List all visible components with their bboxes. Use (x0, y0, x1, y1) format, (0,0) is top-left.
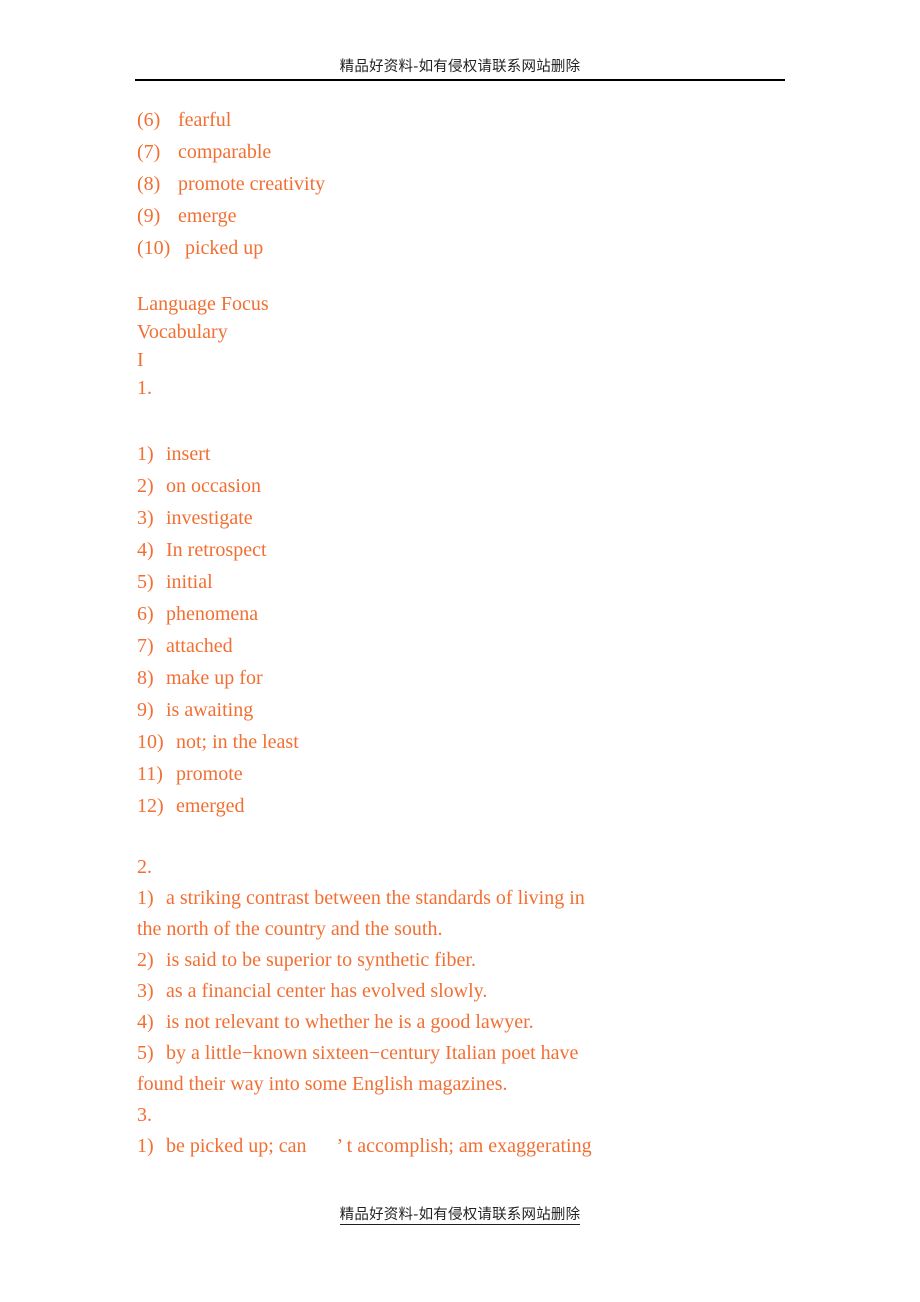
list-item-marker: (7) (137, 141, 161, 163)
section-title: Language Focus (137, 293, 269, 315)
list-item: (6) fearful (137, 104, 827, 136)
list-item-continuation: the north of the country and the south. (137, 918, 443, 940)
list-item-marker: 5) (137, 1042, 154, 1064)
list-item-label: emerged (176, 795, 245, 817)
list-item-marker: 2) (137, 475, 154, 497)
continued-answer-list: (6) fearful (7) comparable (8) promote c… (137, 104, 827, 264)
list-item-marker: 7) (137, 635, 154, 657)
list-item-label: make up for (166, 667, 263, 689)
document-page: 精品好资料-如有侵权请联系网站删除 (6) fearful (7) compar… (0, 0, 920, 1302)
list-item-marker: 9) (137, 699, 154, 721)
list-item-label: attached (166, 635, 233, 657)
list-item: 2) is said to be superior to synthetic f… (137, 945, 827, 976)
language-focus-heading-block: Language Focus Vocabulary I 1. (137, 290, 827, 402)
list-item: 1) insert (137, 438, 827, 470)
list-item: 9) is awaiting (137, 694, 827, 726)
list-item: 4) In retrospect (137, 534, 827, 566)
list-item: (7) comparable (137, 136, 827, 168)
vocabulary-answer-list: 1) insert 2) on occasion 3) investigate … (137, 438, 827, 822)
list-item-label: fearful (178, 109, 232, 131)
list-item-marker: (9) (137, 205, 161, 227)
list-item-label: picked up (185, 237, 264, 259)
page-header: 精品好资料-如有侵权请联系网站删除 (0, 58, 920, 92)
list-item: 3) investigate (137, 502, 827, 534)
list-item: 11) promote (137, 758, 827, 790)
section-exercise-number: 1. (137, 377, 152, 399)
section-part-label: I (137, 349, 144, 371)
list-item-marker: (10) (137, 237, 171, 259)
list-item: 5) initial (137, 566, 827, 598)
list-item: 4) is not relevant to whether he is a go… (137, 1007, 827, 1038)
list-item-label: is said to be superior to synthetic fibe… (166, 949, 476, 971)
list-item-label: initial (166, 571, 213, 593)
list-item-marker: 3) (137, 507, 154, 529)
list-item: 3) as a financial center has evolved slo… (137, 976, 827, 1007)
list-item-marker: 3) (137, 980, 154, 1002)
footer-watermark-text: 精品好资料-如有侵权请联系网站删除 (339, 1207, 581, 1225)
list-item-marker: (6) (137, 109, 161, 131)
list-item-label: promote creativity (178, 173, 326, 195)
list-item-label: In retrospect (166, 539, 267, 561)
list-item-label: not; in the least (176, 731, 299, 753)
list-item-marker: 1) (137, 1135, 154, 1157)
document-body: (6) fearful (7) comparable (8) promote c… (137, 104, 827, 1162)
exercise-2-block: 2. 1) a striking contrast between the st… (137, 852, 827, 1100)
list-item-marker: 11) (137, 763, 163, 785)
page-footer: 精品好资料-如有侵权请联系网站删除 (0, 1206, 920, 1225)
list-item: 10) not; in the least (137, 726, 827, 758)
list-item-label: be picked up; can ’ t accomplish; am exa… (166, 1135, 592, 1157)
list-item-label: investigate (166, 507, 253, 529)
list-item: 1) a striking contrast between the stand… (137, 883, 827, 914)
exercise-2-number: 2. (137, 856, 152, 878)
list-item-label: on occasion (166, 475, 261, 497)
list-item-label: promote (176, 763, 243, 785)
list-item: (9) emerge (137, 200, 827, 232)
list-item-marker: 12) (137, 795, 164, 817)
exercise-3-number: 3. (137, 1104, 152, 1126)
list-item: 8) make up for (137, 662, 827, 694)
list-item-marker: 8) (137, 667, 154, 689)
header-watermark-text: 精品好资料-如有侵权请联系网站删除 (339, 59, 581, 75)
exercise-3-block: 3. 1) be picked up; can ’ t accomplish; … (137, 1100, 827, 1162)
list-item-label: is awaiting (166, 699, 254, 721)
list-item: 1) be picked up; can ’ t accomplish; am … (137, 1131, 827, 1162)
list-item: (8) promote creativity (137, 168, 827, 200)
list-item-marker: 1) (137, 887, 154, 909)
list-item: 6) phenomena (137, 598, 827, 630)
list-item-marker: 5) (137, 571, 154, 593)
list-item: 2) on occasion (137, 470, 827, 502)
list-item: 5) by a little−known sixteen−century Ita… (137, 1038, 827, 1069)
list-item-marker: 1) (137, 443, 154, 465)
list-item-label: comparable (178, 141, 272, 163)
list-item-marker: 10) (137, 731, 164, 753)
list-item-label: as a financial center has evolved slowly… (166, 980, 488, 1002)
list-item-marker: 2) (137, 949, 154, 971)
list-item-marker: (8) (137, 173, 161, 195)
list-item: (10) picked up (137, 232, 827, 264)
list-item-label: insert (166, 443, 211, 465)
list-item-continuation: found their way into some English magazi… (137, 1073, 508, 1095)
list-item-label: phenomena (166, 603, 259, 625)
list-item-label: is not relevant to whether he is a good … (166, 1011, 534, 1033)
list-item-marker: 6) (137, 603, 154, 625)
list-item-marker: 4) (137, 539, 154, 561)
section-subtitle: Vocabulary (137, 321, 228, 343)
footer-watermark: 精品好资料-如有侵权请联系网站删除 (0, 1206, 920, 1225)
header-divider-rule (135, 79, 785, 81)
list-item-label: emerge (178, 205, 237, 227)
list-item: 7) attached (137, 630, 827, 662)
list-item-label: by a little−known sixteen−century Italia… (166, 1042, 579, 1064)
list-item-marker: 4) (137, 1011, 154, 1033)
list-item-label: a striking contrast between the standard… (166, 887, 585, 909)
list-item: 12) emerged (137, 790, 827, 822)
